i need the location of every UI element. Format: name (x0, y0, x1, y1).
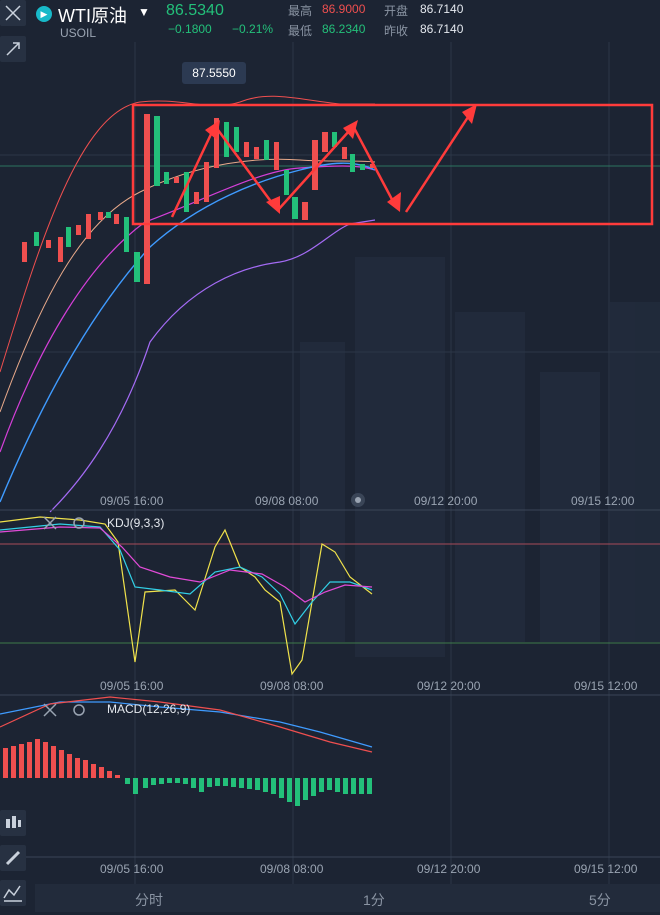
tab-timeshare[interactable]: 分时 (135, 890, 163, 910)
price-change-pct: −0.21% (232, 22, 274, 36)
pencil-icon[interactable] (0, 845, 26, 871)
candlestick-icon[interactable] (0, 810, 26, 836)
high-label: 最高 (288, 4, 313, 18)
low-value: 86.2340 (322, 22, 366, 36)
expand-icon[interactable] (0, 36, 26, 62)
time-label: 09/05 16:00 (100, 494, 164, 508)
close-icon[interactable] (0, 0, 26, 26)
time-label: 09/08 08:00 (255, 494, 319, 508)
last-price: 86.5340 (166, 2, 224, 19)
time-label: 09/05 16:00 (100, 862, 164, 876)
price-change: −0.1800 (168, 22, 212, 36)
open-value: 86.7140 (420, 2, 464, 16)
time-label: 09/12 20:00 (417, 679, 481, 693)
tab-5min[interactable]: 5分 (589, 890, 611, 910)
instrument-symbol: USOIL (60, 26, 97, 40)
time-label: 09/15 12:00 (571, 494, 635, 508)
time-label: 09/12 20:00 (417, 862, 481, 876)
high-price-tag: 87.5550 (182, 62, 246, 84)
macd-indicator-label: MACD(12,26,9) (107, 702, 191, 716)
time-label: 09/05 16:00 (100, 679, 164, 693)
time-label: 09/08 08:00 (260, 862, 324, 876)
prev-close-value: 86.7140 (420, 22, 464, 36)
kdj-close-icon[interactable] (43, 516, 57, 530)
indicator-icon[interactable] (0, 880, 26, 906)
prev-close-label: 昨收 (384, 24, 409, 38)
macd-close-icon[interactable] (43, 703, 57, 717)
kdj-indicator-label: KDJ(9,3,3) (107, 516, 165, 530)
kline-chart[interactable] (0, 42, 660, 884)
time-label: 09/15 12:00 (574, 679, 638, 693)
quote-header: ▶ WTI原油 ▼ USOIL 86.5340 −0.1800 −0.21% 最… (0, 0, 660, 42)
time-label: 09/12 20:00 (414, 494, 478, 508)
macd-settings-icon[interactable] (73, 704, 85, 716)
instrument-title[interactable]: WTI原油 (58, 2, 127, 28)
time-label: 09/15 12:00 (574, 862, 638, 876)
chevron-down-icon[interactable]: ▼ (138, 5, 150, 19)
low-label: 最低 (288, 24, 313, 38)
time-label: 09/08 08:00 (260, 679, 324, 693)
tab-1min[interactable]: 1分 (363, 890, 385, 910)
open-label: 开盘 (384, 4, 409, 18)
high-value: 86.9000 (322, 2, 366, 16)
timeframe-tab-bar: 分时 1分 5分 (35, 884, 660, 912)
instrument-logo-icon: ▶ (36, 6, 52, 22)
